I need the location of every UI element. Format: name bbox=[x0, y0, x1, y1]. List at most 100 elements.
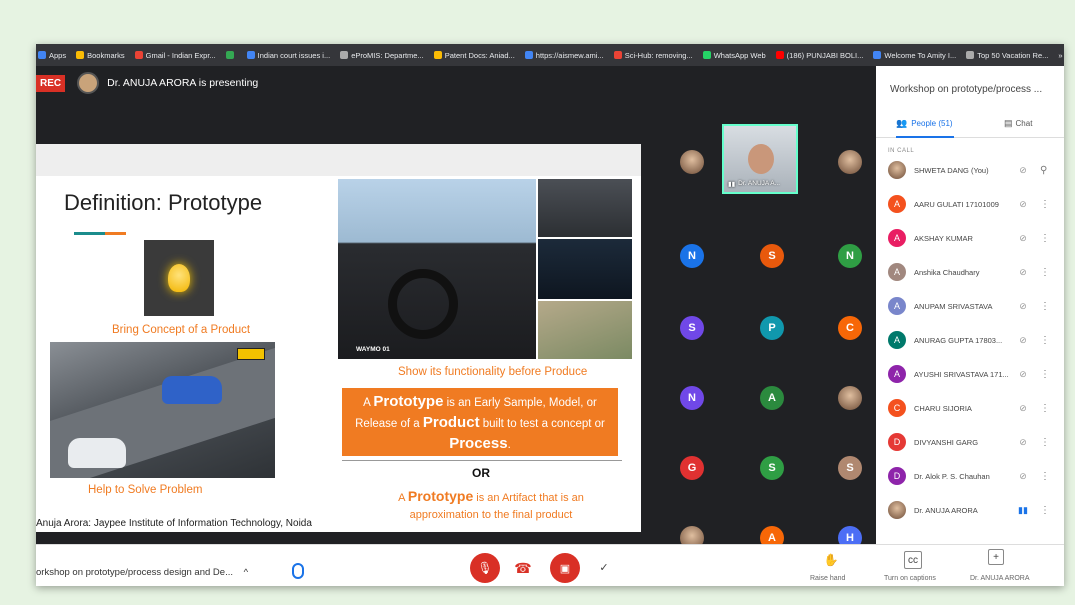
avatar: A bbox=[888, 297, 906, 315]
spotlight-video[interactable]: ▮▮ Dr. ANUJA A... bbox=[722, 124, 798, 194]
meeting-title: Workshop on prototype/process ... bbox=[890, 84, 1043, 95]
participant-tile[interactable]: C bbox=[838, 316, 862, 340]
car-caption: Help to Solve Problem bbox=[88, 484, 203, 496]
participant-row[interactable]: Dr. ANUJA ARORA ▮▮ ⋮ bbox=[888, 498, 1058, 522]
camera-toggle-button[interactable]: ▣ bbox=[550, 553, 580, 583]
avatar bbox=[888, 161, 906, 179]
participant-grid: ▮▮ Dr. ANUJA A... NSNSPCNAGSSAH bbox=[642, 124, 876, 550]
avatar: A bbox=[888, 195, 906, 213]
participant-row[interactable]: A AYUSHI SRIVASTAVA 171... ⊘ ⋮ bbox=[888, 362, 1058, 386]
participant-row[interactable]: A ANURAG GUPTA 17803... ⊘ ⋮ bbox=[888, 328, 1058, 352]
participant-tile[interactable] bbox=[680, 150, 704, 174]
natgeo-logo bbox=[237, 348, 265, 360]
participant-row[interactable]: D DIVYANSHI GARG ⊘ ⋮ bbox=[888, 430, 1058, 454]
bookmark-favicon-icon bbox=[76, 51, 85, 59]
participant-name: Anshika Chaudhary bbox=[914, 267, 980, 277]
bookmark-item[interactable]: Apps bbox=[38, 51, 66, 60]
participant-tile[interactable]: S bbox=[760, 244, 784, 268]
definition-alt: A Prototype is an Artifact that is an ap… bbox=[398, 488, 584, 521]
tab-indicator bbox=[896, 136, 954, 138]
more-options-icon[interactable]: ⋮ bbox=[1040, 403, 1050, 414]
audio-level-icon: ▮▮ bbox=[728, 181, 736, 188]
more-options-icon[interactable]: ⋮ bbox=[1040, 437, 1050, 448]
avatar: A bbox=[888, 365, 906, 383]
mic-toggle-button[interactable]: 🎙 bbox=[470, 553, 500, 583]
participant-tile[interactable]: G bbox=[680, 456, 704, 480]
participant-tile[interactable] bbox=[838, 386, 862, 410]
present-button[interactable]: + bbox=[988, 549, 1004, 565]
participant-tile[interactable]: P bbox=[760, 316, 784, 340]
leave-call-button[interactable]: ☎ bbox=[512, 557, 534, 579]
bookmark-item[interactable]: https://aismew.ami... bbox=[524, 51, 604, 60]
bottom-toolbar: orkshop on prototype/process design and … bbox=[36, 544, 1064, 586]
participant-row[interactable]: A Anshika Chaudhary ⊘ ⋮ bbox=[888, 260, 1058, 284]
bookmark-item[interactable]: Patent Docs: Aniad... bbox=[433, 51, 515, 60]
more-options-icon[interactable]: ⋮ bbox=[1040, 267, 1050, 278]
participant-name: Dr. Alok P. S. Chauhan bbox=[914, 471, 990, 481]
bookmark-item[interactable]: Gmail - Indian Expr... bbox=[134, 51, 216, 60]
participant-name: Dr. ANUJA ARORA bbox=[914, 505, 978, 515]
raise-hand-button[interactable]: ✋ bbox=[822, 551, 840, 569]
more-options-icon[interactable]: ⋮ bbox=[1040, 471, 1050, 482]
or-divider bbox=[342, 460, 622, 461]
shield-icon[interactable] bbox=[292, 563, 304, 579]
participant-tile[interactable]: S bbox=[680, 316, 704, 340]
waymo-label: WAYMO 01 bbox=[356, 346, 390, 353]
bookmark-item[interactable]: Sci-Hub: removing... bbox=[613, 51, 693, 60]
display-thumbnail bbox=[538, 239, 632, 299]
audio-level-icon: ▮▮ bbox=[1018, 504, 1028, 515]
participant-name: CHARU SIJORIA bbox=[914, 403, 972, 413]
meet-window: Apps Bookmarks Gmail - Indian Expr... India… bbox=[36, 44, 1064, 586]
avatar: A bbox=[888, 229, 906, 247]
participant-tile[interactable]: S bbox=[838, 456, 862, 480]
bookmark-favicon-icon bbox=[340, 51, 349, 59]
chevron-up-icon: ^ bbox=[243, 567, 249, 578]
mic-muted-icon: ⊘ bbox=[1019, 300, 1027, 311]
check-icon: ✓ bbox=[599, 561, 609, 574]
participant-tile[interactable]: A bbox=[760, 386, 784, 410]
bookmark-item[interactable]: Welcome To Amity I... bbox=[873, 51, 956, 60]
participant-row[interactable]: C CHARU SIJORIA ⊘ ⋮ bbox=[888, 396, 1058, 420]
definition-box: A Prototype is an Early Sample, Model, o… bbox=[342, 388, 618, 456]
more-options-icon[interactable]: ⋮ bbox=[1040, 369, 1050, 380]
participant-tile[interactable] bbox=[838, 150, 862, 174]
bookmark-item[interactable]: (186) PUNJABI BOLI... bbox=[775, 51, 863, 60]
bookmark-item[interactable]: eProMIS: Departme... bbox=[340, 51, 424, 60]
self-driving-interior-image: WAYMO 01 bbox=[338, 179, 536, 359]
participant-row[interactable]: A AKSHAY KUMAR ⊘ ⋮ bbox=[888, 226, 1058, 250]
interior-caption: Show its functionality before Produce bbox=[398, 366, 588, 378]
participant-tile[interactable]: S bbox=[760, 456, 784, 480]
bookmark-item[interactable]: Bookmarks bbox=[76, 51, 125, 60]
participant-tile[interactable]: N bbox=[838, 244, 862, 268]
meeting-details[interactable]: orkshop on prototype/process design and … bbox=[36, 567, 248, 578]
bookmark-item[interactable]: Indian court issues i... bbox=[246, 51, 330, 60]
more-options-icon[interactable]: ⋮ bbox=[1040, 199, 1050, 210]
presenter-avatar bbox=[77, 72, 100, 94]
more-options-icon[interactable]: ⋮ bbox=[1040, 301, 1050, 312]
participant-tile[interactable]: N bbox=[680, 386, 704, 410]
participant-tile[interactable]: N bbox=[680, 244, 704, 268]
bookmark-favicon-icon bbox=[702, 51, 711, 59]
bookmark-item[interactable]: Top 50 Vacation Re... bbox=[966, 51, 1048, 60]
bookmark-item[interactable] bbox=[225, 51, 237, 59]
more-options-icon[interactable]: ⋮ bbox=[1040, 233, 1050, 244]
pin-icon[interactable]: ⚲ bbox=[1040, 165, 1047, 176]
tab-people[interactable]: 👥 People (51) bbox=[896, 118, 953, 129]
presenter-label: Dr. ANUJA ARORA bbox=[970, 575, 1030, 582]
participant-name: ANURAG GUPTA 17803... bbox=[914, 335, 1003, 345]
mic-muted-icon: ⊘ bbox=[1019, 470, 1027, 481]
participant-row[interactable]: A AARU GULATI 17101009 ⊘ ⋮ bbox=[888, 192, 1058, 216]
bookmark-item[interactable]: WhatsApp Web bbox=[702, 51, 766, 60]
participant-row[interactable]: SHWETA DANG (You) ⊘ ⚲ bbox=[888, 158, 1058, 182]
participant-row[interactable]: D Dr. Alok P. S. Chauhan ⊘ ⋮ bbox=[888, 464, 1058, 488]
captions-button[interactable]: cc bbox=[904, 551, 922, 569]
more-options-icon[interactable]: ⋮ bbox=[1040, 335, 1050, 346]
bookmark-favicon-icon bbox=[433, 51, 442, 59]
bookmarks-bar: Apps Bookmarks Gmail - Indian Expr... India… bbox=[36, 44, 1064, 66]
passenger-thumbnail bbox=[538, 179, 632, 237]
camera-off-icon: ▣ bbox=[559, 562, 571, 575]
more-options-icon[interactable]: ⋮ bbox=[1040, 505, 1050, 516]
participant-row[interactable]: A ANUPAM SRIVASTAVA ⊘ ⋮ bbox=[888, 294, 1058, 318]
tab-chat[interactable]: ▤ Chat bbox=[1004, 118, 1032, 129]
bookmark-item[interactable]: » bbox=[1058, 51, 1062, 60]
